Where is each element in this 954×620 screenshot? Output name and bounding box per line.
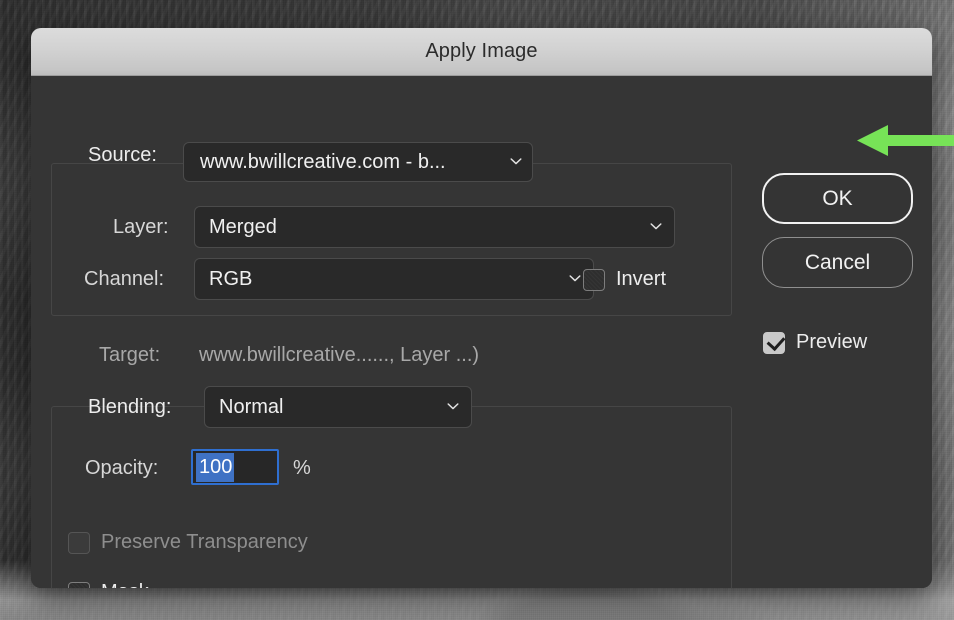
source-label: Source: bbox=[88, 144, 157, 166]
chevron-down-icon bbox=[446, 399, 459, 412]
chevron-down-icon bbox=[649, 219, 662, 232]
blending-label: Blending: bbox=[88, 396, 172, 418]
invert-checkbox[interactable] bbox=[583, 268, 605, 291]
preview-label: Preview bbox=[796, 331, 868, 353]
chevron-down-icon bbox=[509, 154, 522, 167]
checkmark-icon bbox=[766, 331, 786, 351]
channel-dropdown[interactable]: RGB bbox=[194, 258, 594, 300]
chevron-down-icon bbox=[568, 271, 581, 284]
opacity-unit-label: % bbox=[293, 457, 311, 479]
ok-button[interactable]: OK bbox=[762, 173, 913, 224]
preserve-transparency-checkbox-row: Preserve Transparency bbox=[68, 531, 308, 554]
screen: Apply Image Source: www.bwillcreative.co… bbox=[0, 0, 954, 620]
apply-image-dialog: Apply Image Source: www.bwillcreative.co… bbox=[31, 28, 932, 588]
layer-dropdown-value: Merged bbox=[209, 215, 277, 238]
blending-dropdown[interactable]: Normal bbox=[204, 386, 472, 428]
target-value: www.bwillcreative......, Layer ...) bbox=[199, 344, 480, 366]
invert-label: Invert bbox=[616, 268, 667, 290]
layer-dropdown[interactable]: Merged bbox=[194, 206, 675, 248]
cancel-button-label: Cancel bbox=[804, 250, 871, 274]
ok-button-label: OK bbox=[822, 186, 853, 210]
source-dropdown[interactable]: www.bwillcreative.com - b... bbox=[183, 142, 533, 182]
layer-label: Layer: bbox=[113, 216, 169, 238]
dialog-titlebar[interactable]: Apply Image bbox=[31, 28, 932, 76]
dialog-title: Apply Image bbox=[425, 40, 538, 62]
opacity-label: Opacity: bbox=[85, 457, 159, 479]
blending-dropdown-value: Normal bbox=[219, 395, 284, 418]
opacity-input[interactable]: 100 bbox=[191, 449, 279, 485]
opacity-input-value: 100 bbox=[196, 452, 235, 482]
channel-label: Channel: bbox=[84, 268, 165, 290]
preserve-transparency-checkbox bbox=[68, 531, 90, 554]
mask-label: Mask... bbox=[101, 581, 165, 588]
preserve-transparency-label: Preserve Transparency bbox=[101, 531, 308, 553]
preview-checkbox-row[interactable]: Preview bbox=[763, 331, 867, 354]
dialog-body: Source: www.bwillcreative.com - b... Lay… bbox=[31, 76, 932, 588]
channel-dropdown-value: RGB bbox=[209, 267, 253, 290]
mask-checkbox[interactable] bbox=[68, 581, 90, 588]
blending-group-box bbox=[51, 406, 732, 588]
cancel-button[interactable]: Cancel bbox=[762, 237, 913, 288]
source-dropdown-value: www.bwillcreative.com - b... bbox=[200, 150, 446, 173]
invert-checkbox-row[interactable]: Invert bbox=[583, 268, 666, 291]
preview-checkbox[interactable] bbox=[763, 331, 786, 354]
target-label: Target: bbox=[99, 344, 161, 366]
mask-checkbox-row[interactable]: Mask... bbox=[68, 581, 165, 588]
